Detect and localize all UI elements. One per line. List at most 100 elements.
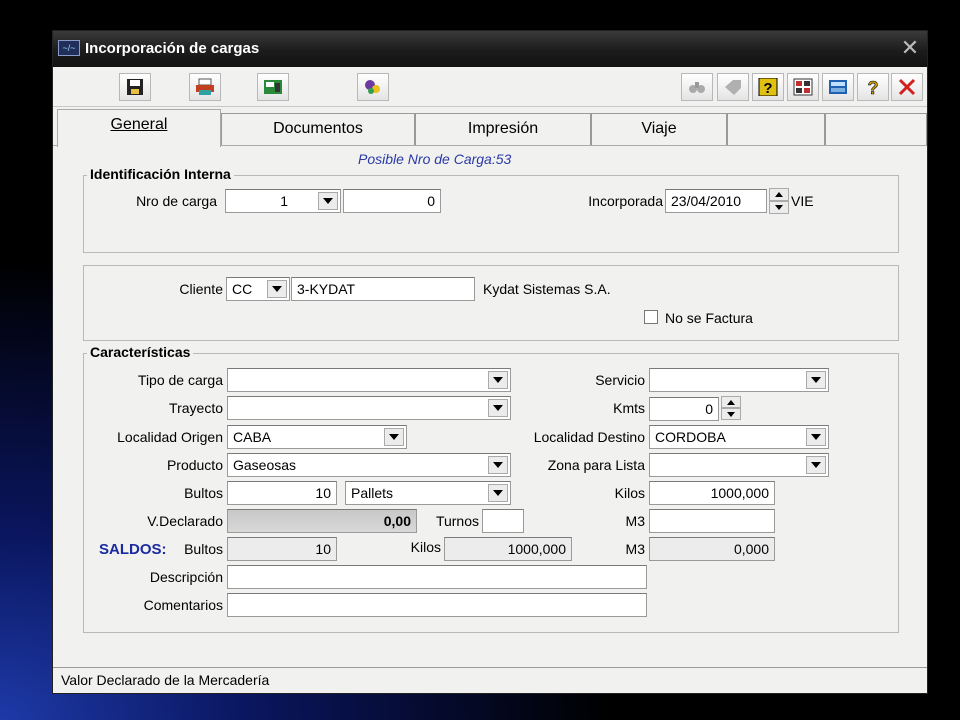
card-button[interactable] <box>257 73 289 101</box>
chevron-down-icon[interactable] <box>488 399 508 417</box>
caracteristicas-title: Características <box>87 344 194 360</box>
bultos-field[interactable]: 10 <box>227 481 337 505</box>
search-button[interactable] <box>681 73 713 101</box>
tab-label: General <box>110 116 168 133</box>
nro-carga-secondary-field[interactable]: 0 <box>343 189 441 213</box>
saldos-kilos-label: Kilos <box>410 539 441 555</box>
cliente-code-field[interactable]: 3-KYDAT <box>291 277 475 301</box>
kmts-label: Kmts <box>613 400 645 416</box>
incorporada-label: Incorporada <box>588 193 663 209</box>
incorporada-date-field[interactable]: 23/04/2010 <box>665 189 767 213</box>
date-spinner[interactable] <box>769 188 789 214</box>
tab-general[interactable]: General <box>57 109 221 147</box>
tab-impresion[interactable]: Impresión <box>415 113 591 145</box>
kmts-field[interactable]: 0 <box>649 397 719 421</box>
tab-documentos[interactable]: Documentos <box>221 113 415 145</box>
kmts-spinner[interactable] <box>721 396 741 420</box>
kilos-field[interactable]: 1000,000 <box>649 481 775 505</box>
chevron-down-icon[interactable] <box>806 428 826 446</box>
turnos-field[interactable] <box>482 509 524 533</box>
tools-button[interactable] <box>357 73 389 101</box>
trayecto-label: Trayecto <box>169 400 223 416</box>
vdeclarado-field[interactable]: 0,00 <box>227 509 417 533</box>
trayecto-select[interactable] <box>227 396 511 420</box>
spin-up-icon[interactable] <box>721 396 741 408</box>
identificacion-group <box>83 175 899 253</box>
cliente-name: Kydat Sistemas S.A. <box>483 281 611 297</box>
app-window: ~/~ Incorporación de cargas ✕ ? ? Genera… <box>52 30 928 694</box>
chevron-down-icon[interactable] <box>488 484 508 502</box>
producto-value: Gaseosas <box>233 457 297 473</box>
chevron-down-icon[interactable] <box>806 371 826 389</box>
spin-up-icon[interactable] <box>769 188 789 201</box>
localidad-destino-select[interactable]: CORDOBA <box>649 425 829 449</box>
print-button[interactable] <box>189 73 221 101</box>
zona-lista-select[interactable] <box>649 453 829 477</box>
chevron-down-icon[interactable] <box>488 456 508 474</box>
kilos-label: Kilos <box>614 485 645 501</box>
tab-empty-2[interactable] <box>825 113 927 145</box>
localidad-origen-label: Localidad Origen <box>117 429 223 445</box>
question-icon: ? <box>867 78 879 96</box>
close-window-button[interactable]: ✕ <box>897 36 923 62</box>
question-button[interactable]: ? <box>857 73 889 101</box>
bultos-unit-select[interactable]: Pallets <box>345 481 511 505</box>
print-icon <box>196 78 214 95</box>
tab-viaje[interactable]: Viaje <box>591 113 727 145</box>
comentarios-label: Comentarios <box>143 597 223 613</box>
tag-button[interactable] <box>717 73 749 101</box>
m3-field[interactable] <box>649 509 775 533</box>
saldos-m3-field: 0,000 <box>649 537 775 561</box>
identificacion-title: Identificación Interna <box>87 166 234 182</box>
descripcion-label: Descripción <box>149 569 223 585</box>
chevron-down-icon[interactable] <box>384 428 404 446</box>
chevron-down-icon[interactable] <box>488 371 508 389</box>
grid-button[interactable] <box>787 73 819 101</box>
tab-label: Impresión <box>467 120 539 137</box>
day-label: VIE <box>791 193 814 209</box>
zona-lista-label: Zona para Lista <box>547 457 645 473</box>
localidad-origen-select[interactable]: CABA <box>227 425 407 449</box>
tab-label: Viaje <box>641 120 677 137</box>
comentarios-field[interactable] <box>227 593 647 617</box>
calculator-button[interactable] <box>822 73 854 101</box>
window-title: Incorporación de cargas <box>85 40 260 57</box>
producto-select[interactable]: Gaseosas <box>227 453 511 477</box>
localidad-destino-label: Localidad Destino <box>533 429 645 445</box>
cliente-type-select[interactable]: CC <box>226 277 290 301</box>
title-bar: ~/~ Incorporación de cargas ✕ <box>53 31 927 67</box>
binoculars-icon <box>689 82 705 93</box>
save-button[interactable] <box>119 73 151 101</box>
tab-empty-1[interactable] <box>727 113 825 145</box>
grid-icon <box>793 78 813 96</box>
chevron-down-icon[interactable] <box>318 192 338 210</box>
help-box-button[interactable]: ? <box>752 73 784 101</box>
saldos-bultos-label: Bultos <box>184 541 223 557</box>
nro-carga-value: 1 <box>280 193 288 209</box>
nro-carga-select[interactable]: 1 <box>225 189 341 213</box>
saldos-bultos-field: 10 <box>227 537 337 561</box>
spin-down-icon[interactable] <box>769 201 789 214</box>
tipo-carga-label: Tipo de carga <box>137 372 223 388</box>
no-factura-label: No se Factura <box>665 310 753 326</box>
no-factura-checkbox[interactable] <box>644 310 658 324</box>
tipo-carga-select[interactable] <box>227 368 511 392</box>
servicio-select[interactable] <box>649 368 829 392</box>
nro-carga-label: Nro de carga <box>136 193 217 209</box>
svg-text:?: ? <box>868 78 879 96</box>
localidad-origen-value: CABA <box>233 429 272 445</box>
chevron-down-icon[interactable] <box>267 280 287 298</box>
tools-icon <box>365 80 380 94</box>
spin-down-icon[interactable] <box>721 408 741 420</box>
save-icon <box>127 79 143 95</box>
producto-label: Producto <box>166 457 223 473</box>
bultos-label: Bultos <box>184 485 223 501</box>
status-bar: Valor Declarado de la Mercadería <box>53 667 927 693</box>
close-x-icon <box>898 78 916 96</box>
localidad-destino-value: CORDOBA <box>655 429 726 445</box>
exit-button[interactable] <box>891 73 923 101</box>
calculator-icon <box>829 80 847 94</box>
card-icon <box>264 80 282 94</box>
descripcion-field[interactable] <box>227 565 647 589</box>
chevron-down-icon[interactable] <box>806 456 826 474</box>
